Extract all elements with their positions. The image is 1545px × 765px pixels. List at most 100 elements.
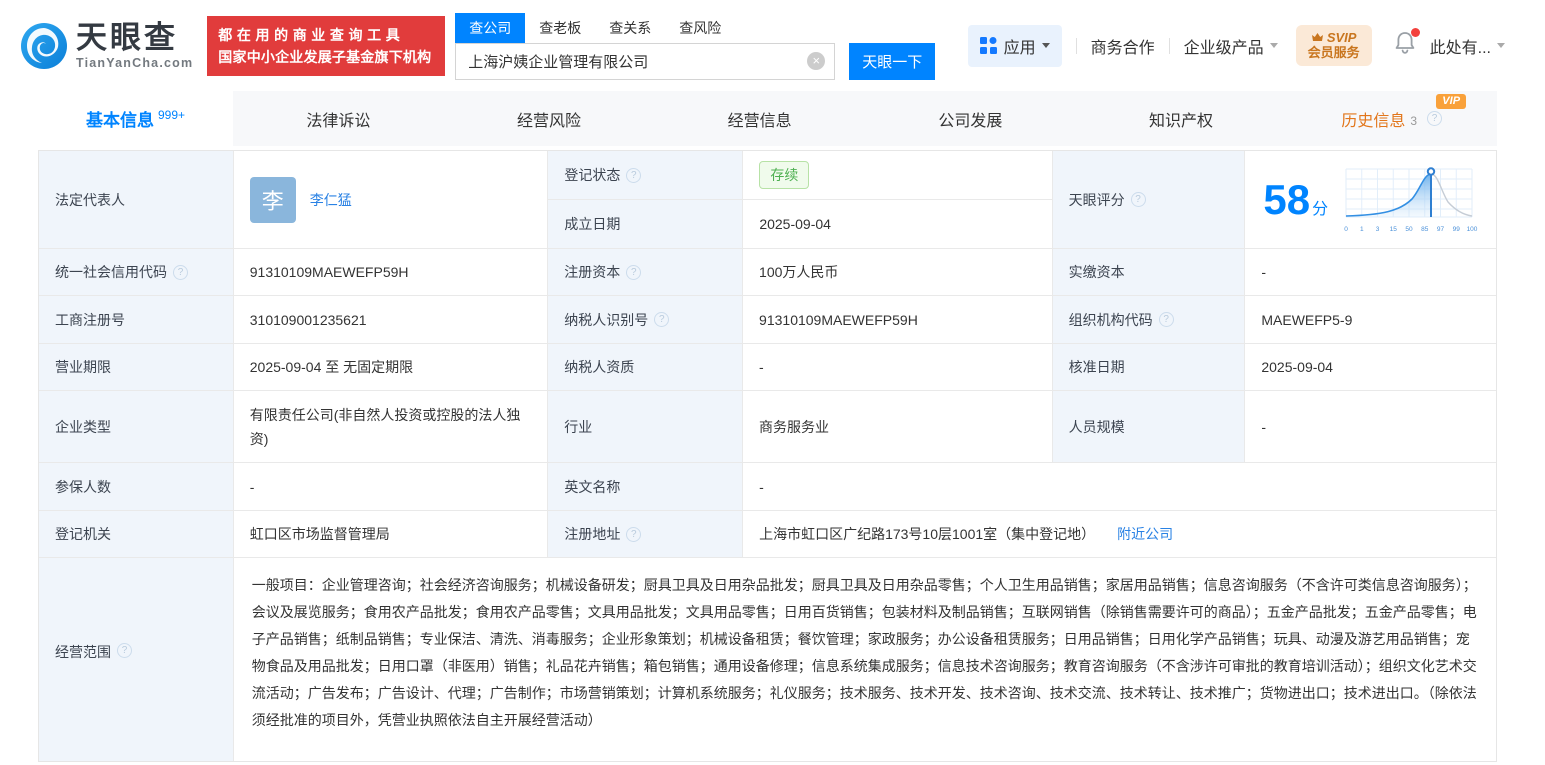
slogan-line2: 国家中小企业发展子基金旗下机构 <box>218 46 434 68</box>
industry-value: 商务服务业 <box>743 391 1053 462</box>
search-tab-relation[interactable]: 查关系 <box>595 13 665 43</box>
business-cooperation-link[interactable]: 商务合作 <box>1091 34 1155 58</box>
svip-line2: 会员服务 <box>1308 45 1360 61</box>
business-term-label-cell: 营业期限 <box>39 344 234 390</box>
establish-date-row: 成立日期 2025-09-04 <box>548 199 1051 248</box>
org-code-label-cell: 组织机构代码 ? <box>1053 296 1246 343</box>
chevron-down-icon <box>1042 43 1050 48</box>
apps-grid-icon <box>980 37 997 54</box>
svg-text:3: 3 <box>1376 226 1380 233</box>
tab-intellectual-property-label: 知识产权 <box>1149 107 1213 131</box>
tab-business-info[interactable]: 经营信息 <box>654 91 865 146</box>
help-icon[interactable]: ? <box>654 312 669 327</box>
staff-size-label: 人员规模 <box>1069 417 1125 437</box>
tab-company-development-label: 公司发展 <box>938 107 1002 131</box>
legal-rep-avatar[interactable]: 李 <box>250 177 296 223</box>
brand-name: 天眼查 <box>76 22 193 53</box>
credit-code-label-cell: 统一社会信用代码 ? <box>39 249 234 295</box>
help-icon[interactable]: ? <box>626 265 641 280</box>
svg-text:85: 85 <box>1421 226 1429 233</box>
notifications-button[interactable] <box>1394 31 1416 60</box>
brand-domain: TianYanCha.com <box>76 57 193 70</box>
reg-capital-value: 100万人民币 <box>743 249 1053 295</box>
taxpayer-quality-label-cell: 纳税人资质 <box>548 344 743 390</box>
tab-history-info[interactable]: 历史信息 3 ? VIP <box>1286 91 1497 146</box>
table-row: 经营范围 ? 一般项目：企业管理咨询；社会经济咨询服务；机械设备研发；厨具卫具及… <box>39 558 1496 761</box>
account-menu[interactable]: 此处有... <box>1430 34 1505 58</box>
tab-basic-info-label: 基本信息 <box>86 106 154 131</box>
svg-text:100: 100 <box>1467 226 1478 233</box>
enterprise-products-menu[interactable]: 企业级产品 <box>1184 34 1278 58</box>
search-tab-risk[interactable]: 查风险 <box>665 13 735 43</box>
table-row: 统一社会信用代码 ? 91310109MAEWEFP59H 注册资本 ? 100… <box>39 249 1496 296</box>
tab-company-development[interactable]: 公司发展 <box>865 91 1076 146</box>
english-name-label: 英文名称 <box>564 477 620 497</box>
svg-text:15: 15 <box>1390 226 1398 233</box>
tab-intellectual-property[interactable]: 知识产权 <box>1076 91 1287 146</box>
org-code-label: 组织机构代码 <box>1069 310 1153 330</box>
help-icon[interactable]: ? <box>626 527 641 542</box>
establish-date-label: 成立日期 <box>564 214 620 234</box>
insured-count-label: 参保人数 <box>55 477 111 497</box>
tab-operating-risk[interactable]: 经营风险 <box>444 91 655 146</box>
score-value-cell: 58 分 <box>1245 151 1496 248</box>
paid-capital-label: 实缴资本 <box>1069 262 1125 282</box>
help-icon[interactable]: ? <box>173 265 188 280</box>
help-icon[interactable]: ? <box>117 643 132 658</box>
company-info-table: 法定代表人 李 李仁猛 登记状态 ? 存续 成立日期 <box>38 150 1497 762</box>
svg-text:50: 50 <box>1405 226 1413 233</box>
company-type-value: 有限责任公司(非自然人投资或控股的法人独资) <box>234 391 549 462</box>
svg-text:99: 99 <box>1453 226 1461 233</box>
search-tab-company[interactable]: 查公司 <box>455 13 525 43</box>
search-tab-boss[interactable]: 查老板 <box>525 13 595 43</box>
notification-dot <box>1411 28 1420 37</box>
business-term-label: 营业期限 <box>55 357 111 377</box>
insured-count-value: - <box>234 463 549 510</box>
nearby-companies-link[interactable]: 附近公司 <box>1117 524 1173 544</box>
search-button[interactable]: 天眼一下 <box>849 43 935 80</box>
status-date-stack: 登记状态 ? 存续 成立日期 2025-09-04 <box>548 151 1052 248</box>
registry-authority-label: 登记机关 <box>55 524 111 544</box>
help-icon[interactable]: ? <box>1427 111 1442 126</box>
establish-date-label-cell: 成立日期 <box>548 200 743 248</box>
business-cooperation-label: 商务合作 <box>1091 34 1155 58</box>
status-badge: 存续 <box>759 161 809 189</box>
legal-rep-label: 法定代表人 <box>55 190 125 210</box>
reg-number-value: 310109001235621 <box>234 296 549 343</box>
tab-history-count: 3 <box>1410 114 1417 128</box>
taxpayer-id-value: 91310109MAEWEFP59H <box>743 296 1053 343</box>
taxpayer-quality-label: 纳税人资质 <box>564 357 634 377</box>
tab-history-info-label: 历史信息 <box>1341 107 1405 131</box>
english-name-label-cell: 英文名称 <box>548 463 743 510</box>
tianyancha-logo[interactable]: 天眼查 TianYanCha.com <box>20 22 193 70</box>
search-input[interactable] <box>455 43 835 80</box>
legal-rep-value-cell: 李 李仁猛 <box>234 151 549 248</box>
section-tabbar: 基本信息 999+ 法律诉讼 经营风险 经营信息 公司发展 知识产权 历史信息 … <box>38 91 1497 146</box>
reg-status-row: 登记状态 ? 存续 <box>548 151 1051 199</box>
paid-capital-value: - <box>1245 249 1496 295</box>
table-row: 企业类型 有限责任公司(非自然人投资或控股的法人独资) 行业 商务服务业 人员规… <box>39 391 1496 463</box>
tianyancha-logo-icon <box>20 22 68 70</box>
help-icon[interactable]: ? <box>1131 192 1146 207</box>
staff-size-label-cell: 人员规模 <box>1053 391 1246 462</box>
reg-number-label-cell: 工商注册号 <box>39 296 234 343</box>
help-icon[interactable]: ? <box>626 168 641 183</box>
credit-code-value: 91310109MAEWEFP59H <box>234 249 549 295</box>
tab-basic-info[interactable]: 基本信息 999+ <box>38 91 233 146</box>
company-type-label-cell: 企业类型 <box>39 391 234 462</box>
score-value: 58 <box>1263 179 1310 221</box>
reg-status-label-cell: 登记状态 ? <box>548 151 743 199</box>
legal-rep-name-link[interactable]: 李仁猛 <box>310 190 352 210</box>
slogan-banner: 都在用的商业查询工具 国家中小企业发展子基金旗下机构 <box>207 16 445 76</box>
business-scope-value: 一般项目：企业管理咨询；社会经济咨询服务；机械设备研发；厨具卫具及日用杂品批发；… <box>234 558 1496 761</box>
crown-icon <box>1311 32 1324 43</box>
svip-membership-button[interactable]: SVIP 会员服务 <box>1296 25 1372 66</box>
establish-date-value-cell: 2025-09-04 <box>743 200 1051 248</box>
apps-menu-button[interactable]: 应用 <box>968 25 1062 67</box>
help-icon[interactable]: ? <box>1159 312 1174 327</box>
taxpayer-id-label: 纳税人识别号 <box>564 310 648 330</box>
taxpayer-id-label-cell: 纳税人识别号 ? <box>548 296 743 343</box>
chevron-down-icon <box>1497 43 1505 48</box>
legal-rep-label-cell: 法定代表人 <box>39 151 234 248</box>
tab-lawsuits[interactable]: 法律诉讼 <box>233 91 444 146</box>
